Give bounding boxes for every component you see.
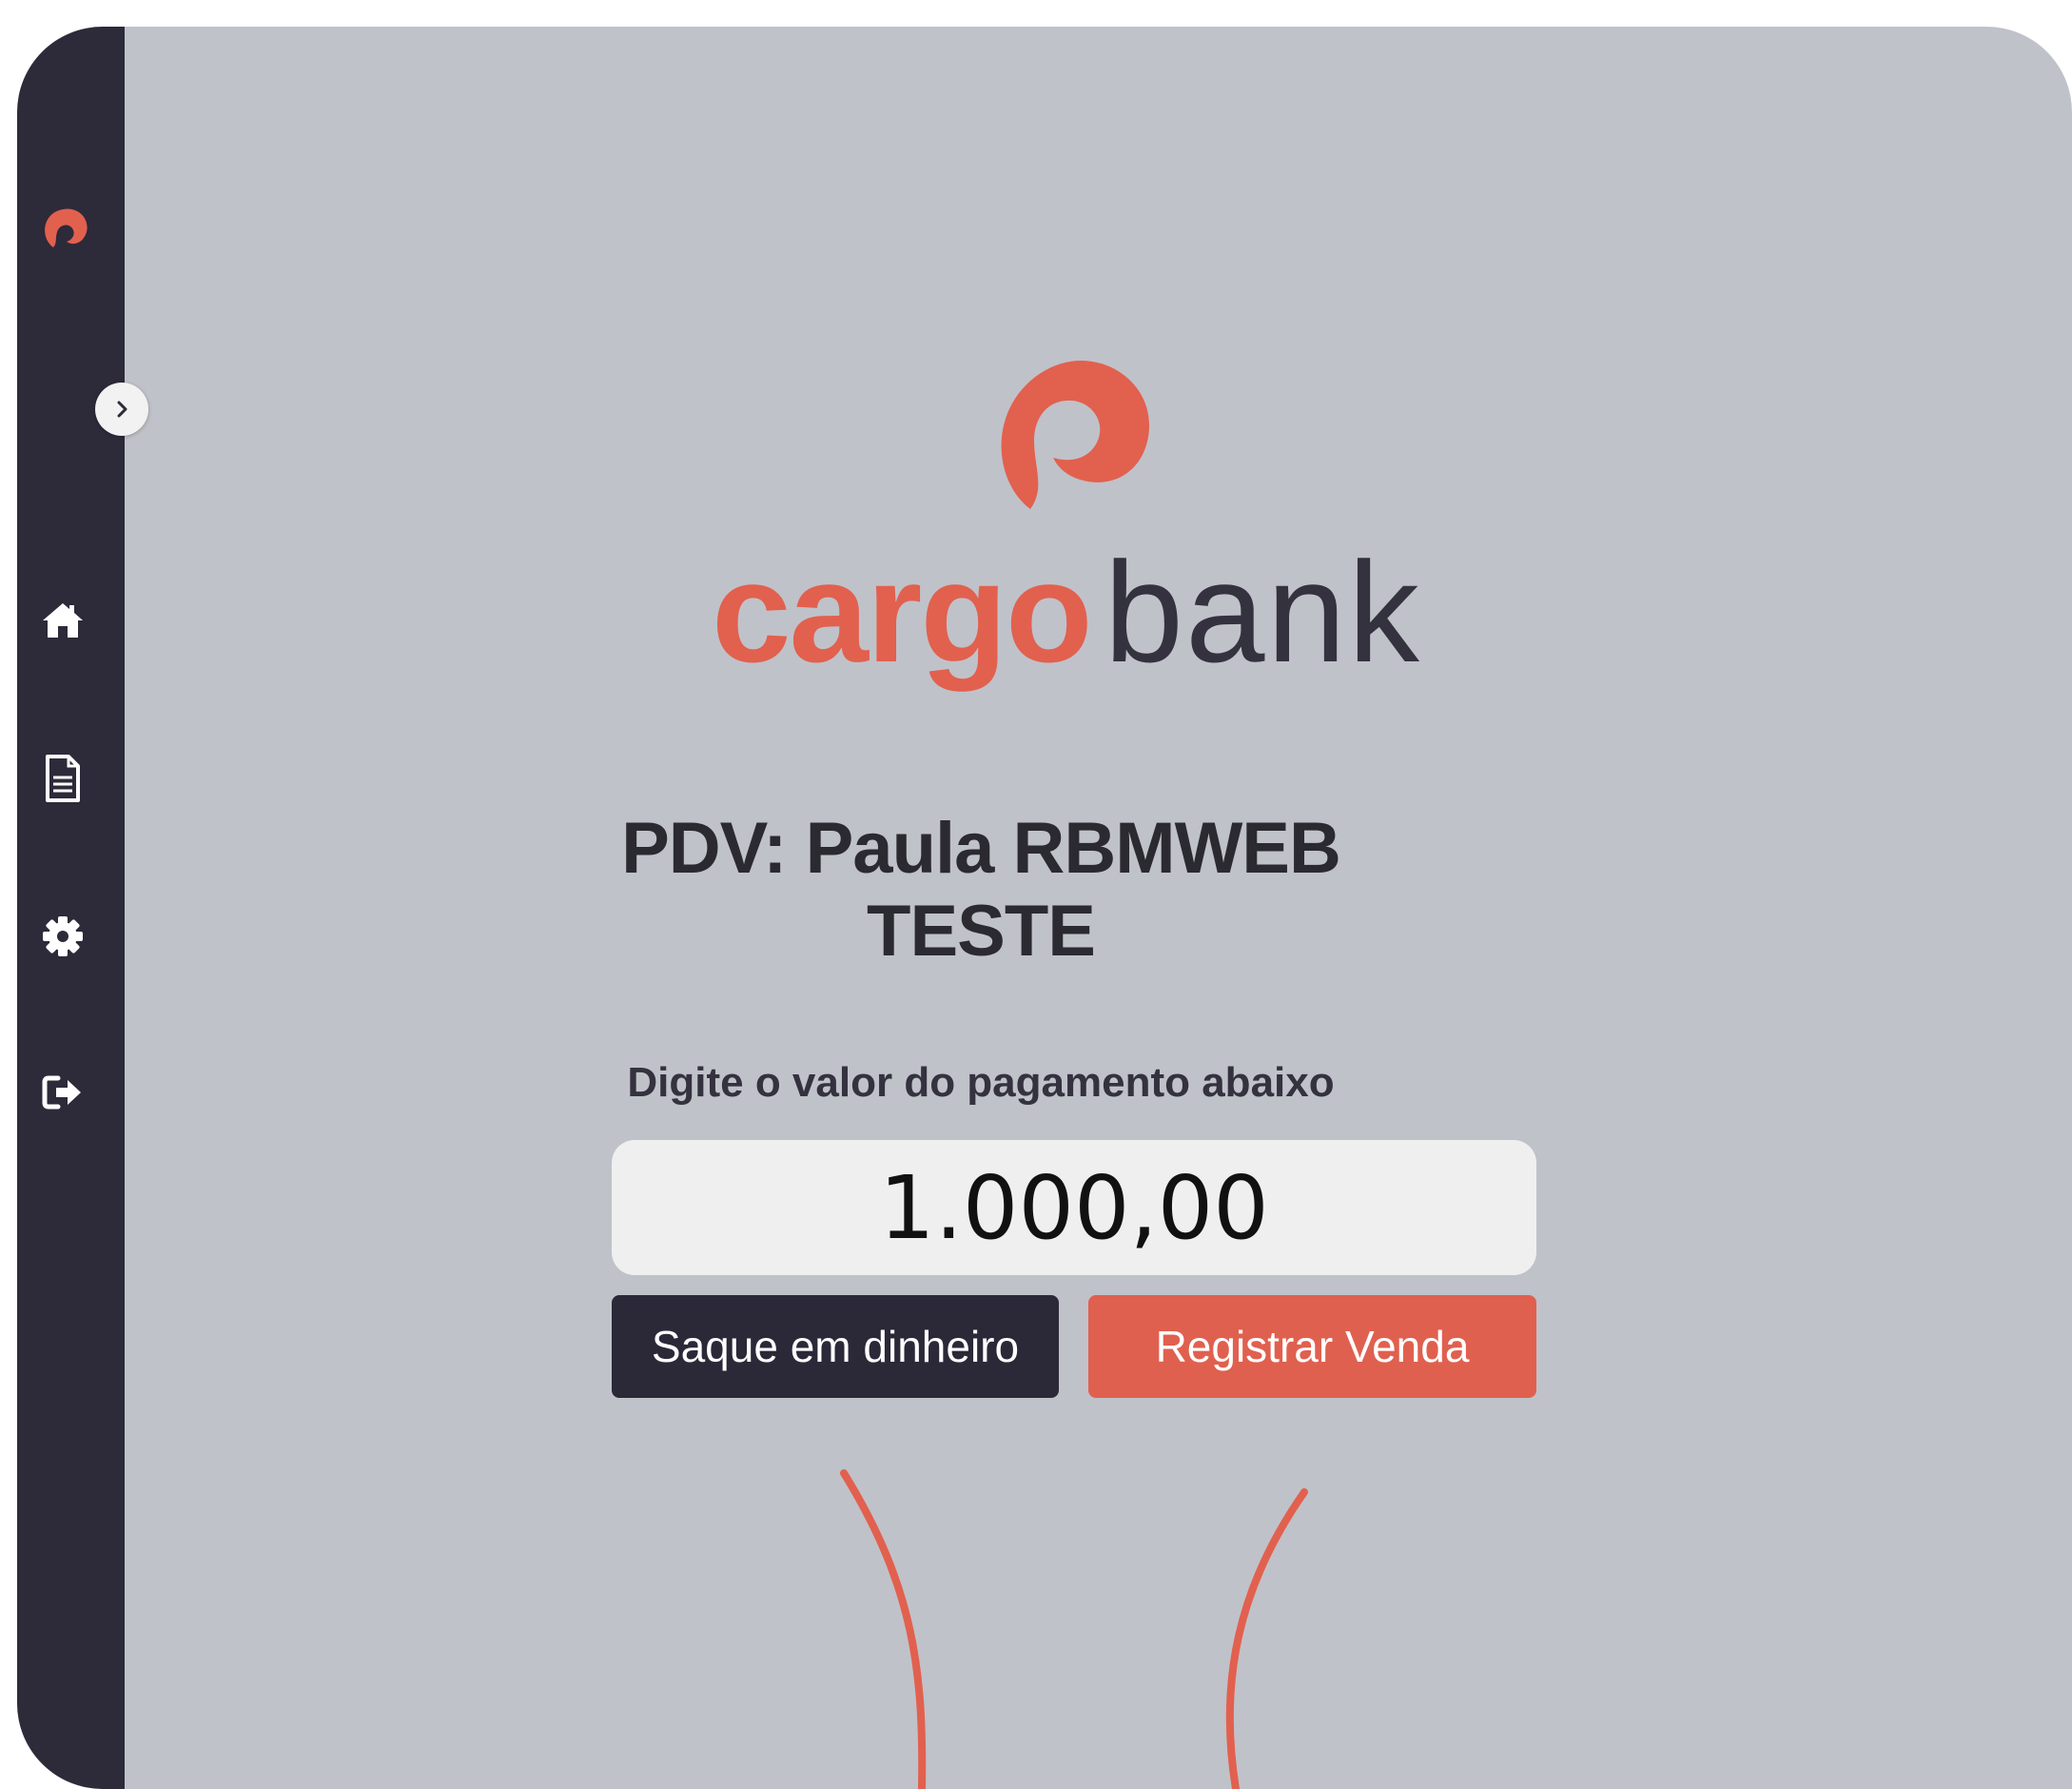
app-window: cargo bank PDV: Paula RBMWEB TESTE Digite… [17, 27, 2072, 1789]
cargobank-logo-icon [45, 208, 88, 247]
decorative-curves [840, 1469, 1308, 1789]
sidebar-item-logout[interactable] [36, 1066, 89, 1119]
logout-icon [42, 1075, 81, 1110]
sidebar [17, 27, 125, 1789]
sidebar-item-documents[interactable] [36, 752, 89, 805]
home-icon [43, 603, 83, 638]
sidebar-item-settings[interactable] [36, 910, 89, 963]
gear-icon [43, 916, 83, 956]
document-icon [46, 755, 80, 802]
main-content: cargo bank PDV: Paula RBMWEB TESTE Digite… [125, 27, 2072, 1789]
sidebar-item-home[interactable] [36, 594, 89, 647]
